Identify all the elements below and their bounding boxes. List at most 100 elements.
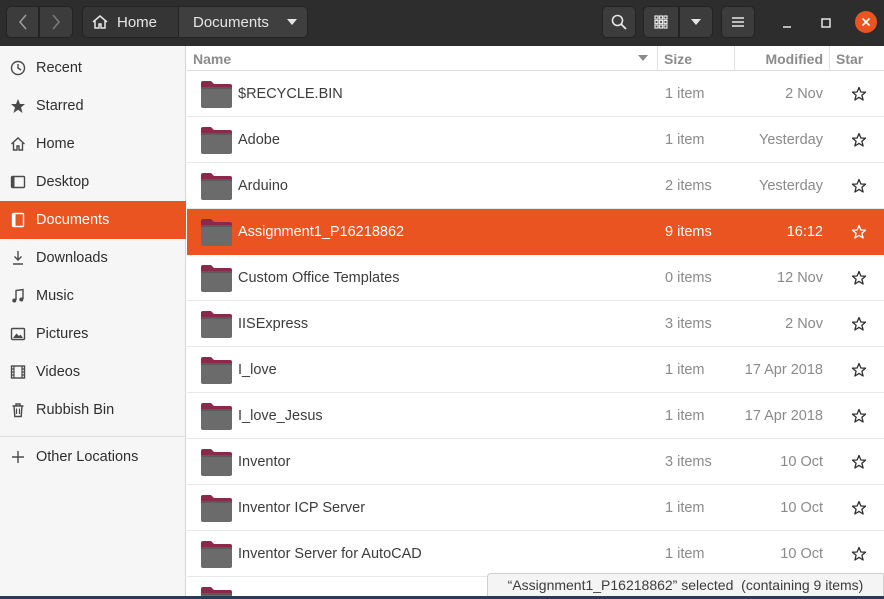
file-row[interactable]: Arduino 2 items Yesterday [187,163,884,209]
file-row[interactable]: Custom Office Templates 0 items 12 Nov [187,255,884,301]
sidebar-item-label: Downloads [36,250,108,266]
sidebar-item-label: Videos [36,364,81,380]
download-icon [10,250,26,266]
file-modified: 17 Apr 2018 [744,408,823,424]
sort-descending-icon [638,55,648,61]
sidebar-item-other-locations[interactable]: Other Locations [0,438,186,476]
sidebar-item-label: Starred [36,98,84,114]
star-outline-icon[interactable] [851,454,867,470]
grid-view-button[interactable] [643,6,679,38]
star-outline-icon[interactable] [851,362,867,378]
path-home-button[interactable]: Home [83,7,178,37]
close-button[interactable] [855,11,877,33]
status-overlay: “Assignment1_P16218862” selected (contai… [487,573,884,597]
folder-icon [201,265,232,292]
column-star[interactable]: Star [836,46,863,71]
star-outline-icon[interactable] [851,224,867,240]
sidebar: Recent Starred Home Desktop Documents Do… [0,46,186,599]
file-name: I_love_Jesus [238,408,323,424]
file-modified: Yesterday [759,178,823,194]
column-header: Name Size Modified Star [187,46,884,71]
desktop-icon [10,174,26,190]
file-row[interactable]: Assignment1_P16218862 9 items 16:12 [187,209,884,255]
file-modified: 2 Nov [785,316,823,332]
star-outline-icon[interactable] [851,500,867,516]
file-modified: Yesterday [759,132,823,148]
star-outline-icon[interactable] [851,86,867,102]
file-row[interactable]: $RECYCLE.BIN 1 item 2 Nov [187,71,884,117]
file-row[interactable]: IISExpress 3 items 2 Nov [187,301,884,347]
document-icon [10,212,26,228]
file-row[interactable]: Adobe 1 item Yesterday [187,117,884,163]
music-icon [10,288,26,304]
sidebar-item-desktop[interactable]: Desktop [0,163,186,201]
sidebar-item-label: Music [36,288,74,304]
chevron-down-icon [691,19,701,25]
column-name-label: Name [193,50,232,67]
forward-button[interactable] [39,6,73,38]
file-name: Assignment1_P16218862 [238,224,405,240]
file-name: Arduino [238,178,288,194]
sidebar-item-label: Desktop [36,174,90,190]
file-list: $RECYCLE.BIN 1 item 2 Nov Adobe 1 item Yester… [187,71,884,599]
column-divider[interactable] [657,46,658,71]
back-button[interactable] [6,6,39,38]
sidebar-item-downloads[interactable]: Downloads [0,239,186,277]
folder-icon [201,403,232,430]
file-row[interactable]: I_love 1 item 17 Apr 2018 [187,347,884,393]
file-name: Inventor [238,454,291,470]
star-outline-icon[interactable] [851,408,867,424]
sidebar-item-videos[interactable]: Videos [0,353,186,391]
sidebar-item-recent[interactable]: Recent [0,49,186,87]
chevron-right-icon [52,14,61,30]
file-modified: 12 Nov [777,270,823,286]
sidebar-item-home[interactable]: Home [0,125,186,163]
column-divider[interactable] [829,46,830,71]
minimize-icon [783,26,791,28]
path-bar: Home Documents [82,6,308,38]
file-row[interactable]: Inventor ICP Server 1 item 10 Oct [187,485,884,531]
minimize-button[interactable] [776,12,798,34]
folder-icon [201,127,232,154]
folder-icon [201,311,232,338]
view-options-button[interactable] [679,6,713,38]
column-modified-label: Modified [765,50,823,67]
star-icon [10,98,26,114]
chevron-left-icon [18,14,27,30]
column-size[interactable]: Size [664,46,692,71]
sidebar-item-pictures[interactable]: Pictures [0,315,186,353]
file-row[interactable]: Inventor Server for AutoCAD 1 item 10 Oct [187,531,884,577]
column-divider[interactable] [734,46,735,71]
home-icon [10,136,26,152]
column-modified[interactable]: Modified [760,46,823,71]
star-outline-icon[interactable] [851,270,867,286]
trash-icon [10,402,26,418]
video-icon [10,364,26,380]
sidebar-item-music[interactable]: Music [0,277,186,315]
file-name: $RECYCLE.BIN [238,86,343,102]
folder-icon [201,449,232,476]
star-outline-icon[interactable] [851,546,867,562]
sidebar-item-starred[interactable]: Starred [0,87,186,125]
maximize-button[interactable] [815,12,837,34]
file-row[interactable]: I_love_Jesus 1 item 17 Apr 2018 [187,393,884,439]
search-icon [611,14,627,30]
folder-icon [201,495,232,522]
star-outline-icon[interactable] [851,316,867,332]
file-modified: 16:12 [786,224,823,240]
star-outline-icon[interactable] [851,132,867,148]
column-size-label: Size [664,50,693,67]
menu-button[interactable] [721,6,755,38]
file-modified: 10 Oct [780,454,823,470]
clock-icon [10,60,26,76]
search-button[interactable] [602,6,636,38]
file-modified: 17 Apr 2018 [744,362,823,378]
file-row[interactable]: Inventor 3 items 10 Oct [187,439,884,485]
picture-icon [10,326,26,342]
column-name[interactable]: Name [193,46,657,71]
sidebar-item-documents[interactable]: Documents [0,201,186,239]
maximize-icon [821,18,831,28]
star-outline-icon[interactable] [851,178,867,194]
path-current-button[interactable]: Documents [178,7,307,37]
sidebar-item-rubbish-bin[interactable]: Rubbish Bin [0,391,186,429]
